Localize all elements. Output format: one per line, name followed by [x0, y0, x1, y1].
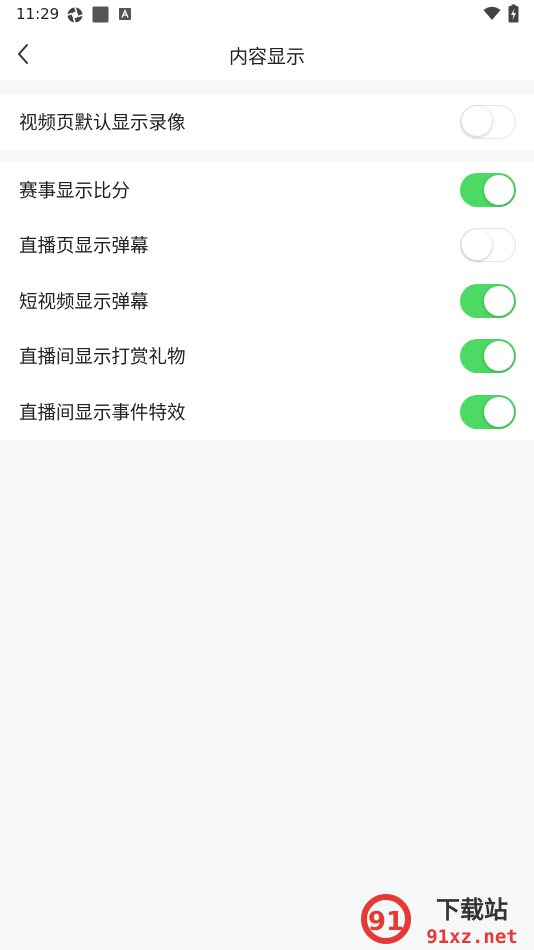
toggle-knob	[484, 174, 514, 205]
watermark-logo: 91 下载站 91xz.net	[361, 894, 518, 948]
setting-row-live-danmaku[interactable]: 直播页显示弹幕	[0, 218, 534, 274]
setting-row-short-video-danmaku[interactable]: 短视频显示弹幕	[0, 273, 534, 329]
watermark-logo-text: 91	[368, 907, 404, 937]
setting-label: 视频页默认显示录像	[19, 112, 186, 134]
square-app-icon	[92, 6, 109, 23]
setting-row-video-default-recording[interactable]: 视频页默认显示录像	[0, 94, 534, 150]
toggle-knob	[484, 341, 514, 372]
toggle-knob	[462, 106, 492, 137]
setting-label: 赛事显示比分	[19, 180, 131, 202]
toggle-switch-match-score[interactable]	[460, 172, 516, 207]
app-header: 内容显示	[0, 28, 534, 80]
toggle-knob	[462, 229, 492, 260]
toggle-switch-live-gifts[interactable]	[460, 339, 516, 374]
wifi-icon	[483, 6, 501, 20]
toggle-knob	[484, 396, 514, 427]
activity-ring-icon	[67, 7, 83, 23]
setting-label: 直播间显示打赏礼物	[19, 347, 186, 369]
a-notification-icon	[119, 8, 131, 20]
settings-group-video: 视频页默认显示录像	[0, 94, 534, 150]
setting-label: 短视频显示弹幕	[19, 291, 149, 313]
setting-row-live-gifts[interactable]: 直播间显示打赏礼物	[0, 329, 534, 385]
status-bar: 11:29	[0, 0, 534, 28]
watermark-site-name: 下载站	[436, 896, 508, 924]
toggle-knob	[484, 285, 514, 316]
settings-group-display: 赛事显示比分 直播页显示弹幕 短视频显示弹幕 直播间显示打赏礼物 直播间显示事件…	[0, 162, 534, 440]
toggle-switch-live-effects[interactable]	[460, 394, 516, 429]
toggle-switch-video-default-recording[interactable]	[460, 104, 516, 139]
setting-label: 直播页显示弹幕	[19, 236, 149, 258]
watermark-domain: 91xz.net	[426, 926, 518, 948]
toggle-switch-live-danmaku[interactable]	[460, 228, 516, 263]
setting-row-match-score[interactable]: 赛事显示比分	[0, 162, 534, 218]
page-title: 内容显示	[228, 46, 305, 68]
status-time: 11:29	[16, 5, 60, 23]
toggle-switch-short-video-danmaku[interactable]	[460, 283, 516, 318]
battery-charging-icon	[508, 4, 519, 23]
setting-label: 直播间显示事件特效	[19, 402, 186, 424]
setting-row-live-effects[interactable]: 直播间显示事件特效	[0, 384, 534, 440]
